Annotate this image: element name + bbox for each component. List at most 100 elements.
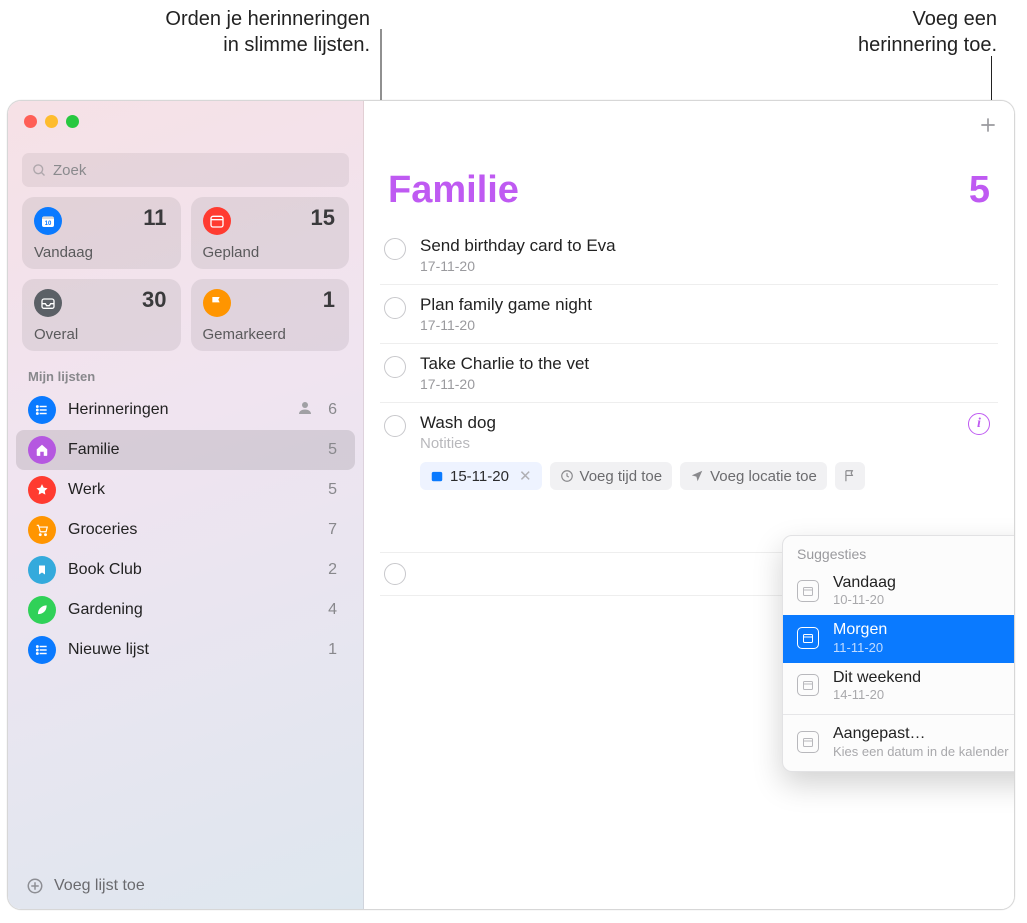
reminder-row[interactable]: Send birthday card to Eva 17-11-20 — [380, 226, 998, 285]
sidebar-item-groceries[interactable]: Groceries 7 — [16, 510, 355, 550]
reminder-row-editing[interactable]: Wash dog Notities 15-11-20 ✕ Voeg tijd t… — [380, 403, 998, 500]
smart-list-scheduled[interactable]: 15 Gepland — [191, 197, 350, 269]
window-controls — [8, 101, 363, 139]
suggestion-this-weekend[interactable]: Dit weekend 14-11-20 — [783, 663, 1015, 710]
location-chip-label: Voeg locatie toe — [710, 468, 817, 485]
cart-icon — [28, 516, 56, 544]
calendar-icon — [797, 674, 819, 696]
app-window: Zoek 10 11 Vandaag 15 Gepland — [7, 100, 1015, 910]
sidebar-item-bookclub[interactable]: Book Club 2 — [16, 550, 355, 590]
list-name: Gardening — [68, 601, 316, 619]
home-icon — [28, 436, 56, 464]
divider — [783, 714, 1015, 715]
suggestion-label: Vandaag — [833, 574, 896, 592]
reminder-title: Take Charlie to the vet — [420, 354, 990, 374]
complete-toggle[interactable] — [384, 297, 406, 319]
fullscreen-window-button[interactable] — [66, 115, 79, 128]
svg-text:10: 10 — [45, 221, 52, 227]
complete-toggle[interactable] — [384, 415, 406, 437]
reminder-date: 17-11-20 — [420, 376, 990, 392]
minimize-window-button[interactable] — [45, 115, 58, 128]
tray-icon — [34, 289, 62, 317]
calendar-icon — [797, 627, 819, 649]
info-button[interactable]: i — [968, 413, 990, 435]
time-chip[interactable]: Voeg tijd toe — [550, 462, 673, 490]
clear-date-icon[interactable]: ✕ — [519, 467, 532, 485]
calendar-icon: 10 — [34, 207, 62, 235]
list-bullet-icon — [28, 636, 56, 664]
sidebar-item-werk[interactable]: Werk 5 — [16, 470, 355, 510]
flag-icon — [843, 469, 857, 483]
smart-list-today[interactable]: 10 11 Vandaag — [22, 197, 181, 269]
flag-icon — [203, 289, 231, 317]
flag-chip[interactable] — [835, 462, 865, 490]
calendar-icon — [430, 469, 444, 483]
sidebar: Zoek 10 11 Vandaag 15 Gepland — [8, 101, 364, 909]
popover-header: Suggesties — [783, 536, 1015, 568]
smart-label: Gepland — [203, 244, 260, 261]
reminder-title: Send birthday card to Eva — [420, 236, 990, 256]
list-name: Nieuwe lijst — [68, 641, 316, 659]
suggestion-sub: Kies een datum in de kalender — [833, 744, 1009, 759]
time-chip-label: Voeg tijd toe — [580, 468, 663, 485]
search-placeholder: Zoek — [53, 162, 86, 179]
reminder-date: 17-11-20 — [420, 258, 990, 274]
complete-toggle[interactable] — [384, 238, 406, 260]
search-input[interactable]: Zoek — [22, 153, 349, 187]
plus-icon — [978, 115, 998, 135]
location-chip[interactable]: Voeg locatie toe — [680, 462, 827, 490]
list-count: 1 — [328, 641, 343, 659]
date-chip[interactable]: 15-11-20 ✕ — [420, 462, 542, 490]
add-reminder-button[interactable] — [978, 115, 998, 139]
callout-smart-lists: Orden je herinneringen in slimme lijsten… — [90, 6, 370, 58]
close-window-button[interactable] — [24, 115, 37, 128]
reminder-title[interactable]: Wash dog — [420, 413, 954, 433]
suggestion-tomorrow[interactable]: Morgen 11-11-20 — [783, 615, 1015, 662]
location-icon — [690, 469, 704, 483]
reminder-row[interactable]: Plan family game night 17-11-20 — [380, 285, 998, 344]
list-title: Familie — [388, 169, 519, 212]
suggestion-label: Aangepast… — [833, 725, 1009, 743]
main-content: Familie 5 Send birthday card to Eva 17-1… — [364, 101, 1014, 909]
list-count: 2 — [328, 561, 343, 579]
list-count: 5 — [328, 441, 343, 459]
smart-count: 1 — [323, 287, 335, 313]
suggestion-label: Morgen — [833, 621, 887, 639]
smart-list-all[interactable]: 30 Overal — [22, 279, 181, 351]
smart-count: 11 — [143, 205, 166, 231]
suggestion-today[interactable]: Vandaag 10-11-20 — [783, 568, 1015, 615]
complete-toggle[interactable] — [384, 563, 406, 585]
reminder-row[interactable]: Take Charlie to the vet 17-11-20 — [380, 344, 998, 403]
shared-icon — [296, 399, 314, 421]
smart-lists-grid: 10 11 Vandaag 15 Gepland 30 Overal — [8, 197, 363, 351]
sidebar-item-nieuwe-lijst[interactable]: Nieuwe lijst 1 — [16, 630, 355, 670]
list-name: Book Club — [68, 561, 316, 579]
smart-label: Overal — [34, 326, 78, 343]
leaf-icon — [28, 596, 56, 624]
search-icon — [32, 163, 47, 178]
complete-toggle[interactable] — [384, 356, 406, 378]
sidebar-item-familie[interactable]: Familie 5 — [16, 430, 355, 470]
star-icon — [28, 476, 56, 504]
add-list-button[interactable]: Voeg lijst toe — [8, 863, 363, 909]
add-list-label: Voeg lijst toe — [54, 877, 145, 895]
calendar-icon — [797, 731, 819, 753]
suggestion-date: 10-11-20 — [833, 592, 896, 607]
date-suggestions-popover: Suggesties Vandaag 10-11-20 Morgen 11-11… — [782, 535, 1015, 772]
list-name: Groceries — [68, 521, 316, 539]
sidebar-item-reminders[interactable]: Herinneringen 6 — [16, 390, 355, 430]
reminder-date: 17-11-20 — [420, 317, 990, 333]
smart-label: Gemarkeerd — [203, 326, 286, 343]
suggestion-custom[interactable]: Aangepast… Kies een datum in de kalender — [783, 719, 1015, 770]
calendar-icon — [797, 580, 819, 602]
notes-placeholder[interactable]: Notities — [420, 435, 954, 452]
sidebar-item-gardening[interactable]: Gardening 4 — [16, 590, 355, 630]
smart-list-flagged[interactable]: 1 Gemarkeerd — [191, 279, 350, 351]
list-count: 7 — [328, 521, 343, 539]
reminder-title: Plan family game night — [420, 295, 990, 315]
smart-label: Vandaag — [34, 244, 93, 261]
calendar-icon — [203, 207, 231, 235]
smart-count: 15 — [311, 205, 335, 231]
list-count: 6 — [328, 401, 343, 419]
suggestion-date: 14-11-20 — [833, 687, 921, 702]
